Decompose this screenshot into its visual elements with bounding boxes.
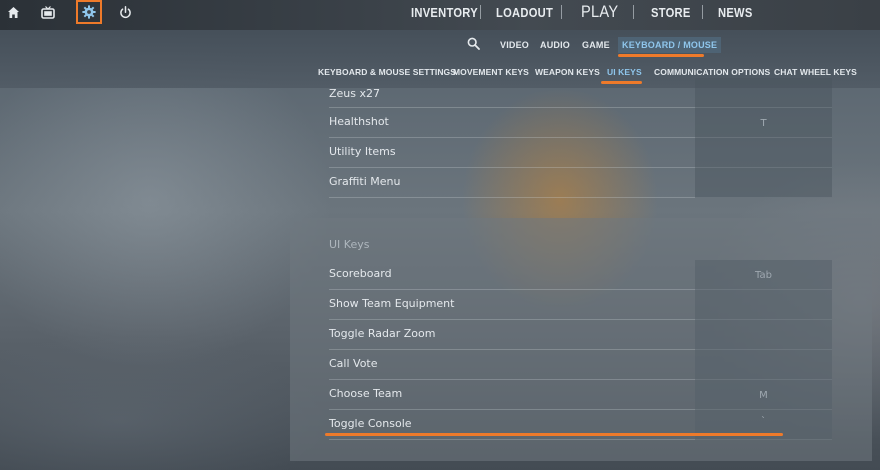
binding-label: Call Vote <box>329 357 378 370</box>
binding-label: Utility Items <box>329 145 396 158</box>
settings-search-button[interactable] <box>461 33 485 53</box>
tv-icon <box>41 5 55 19</box>
subtab-weapon-keys[interactable]: WEAPON KEYS <box>535 67 600 77</box>
nav-news[interactable]: NEWS <box>718 0 753 24</box>
binding-row-show-team-equipment[interactable]: Show Team Equipment <box>329 290 832 320</box>
tv-button[interactable] <box>36 0 60 24</box>
tab-video[interactable]: VIDEO <box>500 40 529 50</box>
power-icon <box>119 5 131 18</box>
binding-row-graffiti-menu[interactable]: Graffiti Menu <box>329 168 832 198</box>
gear-icon <box>82 5 96 19</box>
subtab-movement-keys[interactable]: MOVEMENT KEYS <box>453 67 529 77</box>
tab-keyboard-mouse[interactable]: KEYBOARD / MOUSE <box>618 37 722 53</box>
top-bar: INVENTORY LOADOUT PLAY STORE NEWS <box>0 0 880 30</box>
nav-divider <box>480 5 481 19</box>
binding-label: Zeus x27 <box>329 87 381 100</box>
nav-inventory[interactable]: INVENTORY <box>411 0 478 24</box>
binding-key[interactable] <box>695 78 832 108</box>
tab-audio[interactable]: AUDIO <box>540 40 570 50</box>
home-button[interactable] <box>1 0 25 24</box>
binding-label: Show Team Equipment <box>329 297 455 310</box>
subtab-ui-keys[interactable]: UI KEYS <box>607 67 642 77</box>
section-title-ui-keys: UI Keys <box>329 238 370 251</box>
power-button[interactable] <box>113 0 137 24</box>
nav-divider <box>561 5 562 19</box>
binding-key[interactable] <box>695 290 832 320</box>
subtab-communication-options[interactable]: COMMUNICATION OPTIONS <box>654 67 770 77</box>
binding-key[interactable] <box>695 168 832 198</box>
active-category-underline <box>618 54 704 57</box>
binding-key[interactable] <box>695 350 832 380</box>
nav-play[interactable]: PLAY <box>581 0 618 24</box>
binding-key[interactable] <box>695 138 832 168</box>
binding-label: Scoreboard <box>329 267 392 280</box>
binding-row-call-vote[interactable]: Call Vote <box>329 350 832 380</box>
binding-label: Graffiti Menu <box>329 175 401 188</box>
subtab-keyboard-mouse-settings[interactable]: KEYBOARD & MOUSE SETTINGS <box>318 67 456 77</box>
nav-store[interactable]: STORE <box>651 0 691 24</box>
binding-key[interactable]: M <box>695 380 832 410</box>
home-icon <box>7 6 19 18</box>
highlight-underline <box>325 433 783 436</box>
binding-key[interactable]: T <box>695 108 832 138</box>
tab-game[interactable]: GAME <box>582 40 610 50</box>
binding-row-toggle-radar-zoom[interactable]: Toggle Radar Zoom <box>329 320 832 350</box>
search-icon <box>467 37 480 50</box>
binding-row-choose-team[interactable]: Choose Team M <box>329 380 832 410</box>
binding-row-zeus[interactable]: Zeus x27 <box>329 78 832 108</box>
binding-row-scoreboard[interactable]: Scoreboard Tab <box>329 260 832 290</box>
binding-label: Toggle Radar Zoom <box>329 327 436 340</box>
nav-loadout[interactable]: LOADOUT <box>496 0 553 24</box>
subtab-chat-wheel-keys[interactable]: CHAT WHEEL KEYS <box>774 67 857 77</box>
binding-label: Choose Team <box>329 387 403 400</box>
settings-button[interactable] <box>76 0 102 24</box>
nav-divider <box>702 5 703 19</box>
binding-label: Toggle Console <box>329 417 412 430</box>
binding-label: Healthshot <box>329 115 389 128</box>
binding-key[interactable] <box>695 320 832 350</box>
binding-row-utility-items[interactable]: Utility Items <box>329 138 832 168</box>
nav-divider <box>633 5 634 19</box>
binding-row-healthshot[interactable]: Healthshot T <box>329 108 832 138</box>
binding-key[interactable]: Tab <box>695 260 832 290</box>
